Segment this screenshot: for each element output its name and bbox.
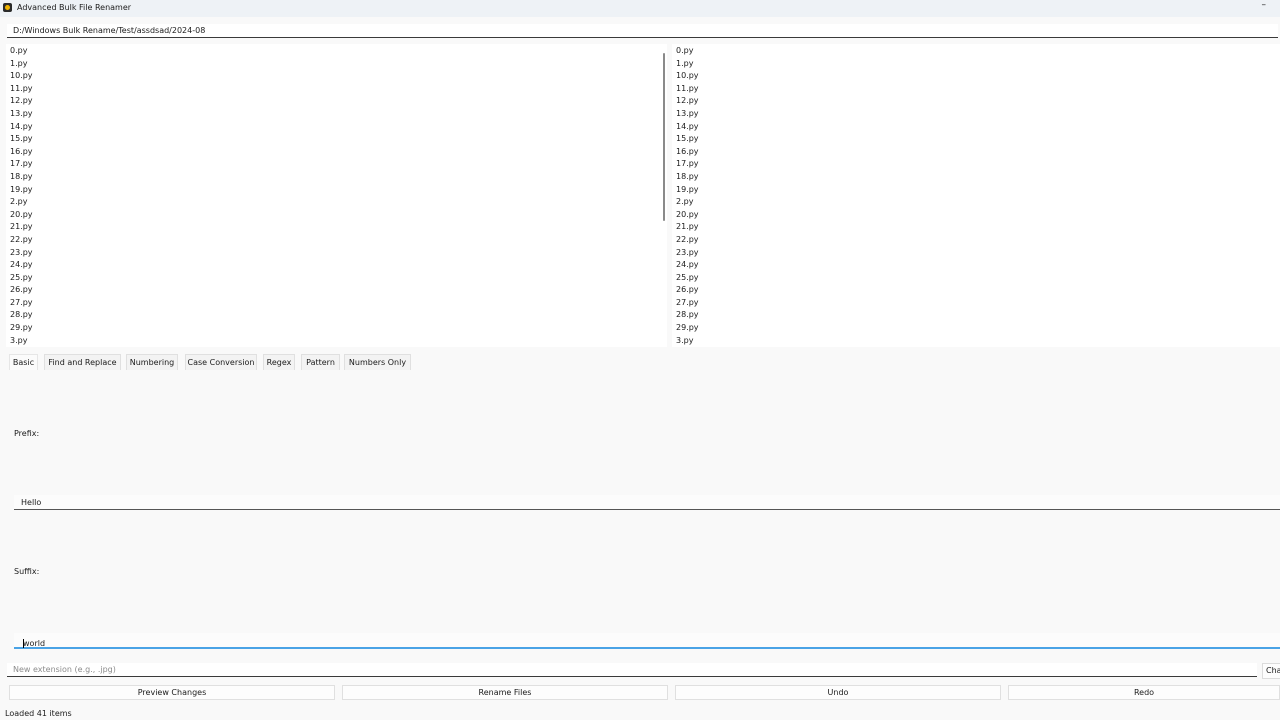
change-extension-button[interactable]: Change bbox=[1262, 663, 1280, 679]
folder-path-value: D:/Windows Bulk Rename/Test/assdsad/2024… bbox=[13, 26, 206, 35]
preview-file-item[interactable]: 24.py bbox=[676, 259, 699, 272]
original-file-item[interactable]: 2.py bbox=[10, 196, 33, 209]
preview-file-item[interactable]: 10.py bbox=[676, 70, 699, 83]
preview-file-item[interactable]: 16.py bbox=[676, 146, 699, 159]
original-file-item[interactable]: 18.py bbox=[10, 171, 33, 184]
preview-file-item[interactable]: 17.py bbox=[676, 158, 699, 171]
preview-file-item[interactable]: 18.py bbox=[676, 171, 699, 184]
original-file-item[interactable]: 24.py bbox=[10, 259, 33, 272]
preview-file-item[interactable]: 19.py bbox=[676, 184, 699, 197]
original-file-item[interactable]: 25.py bbox=[10, 272, 33, 285]
original-file-item[interactable]: 21.py bbox=[10, 221, 33, 234]
preview-file-item[interactable]: 23.py bbox=[676, 247, 699, 260]
prefix-input[interactable]: Hello bbox=[14, 495, 1280, 510]
suffix-label: Suffix: bbox=[14, 567, 40, 576]
tab-numbering[interactable]: Numbering bbox=[126, 354, 178, 370]
original-file-item[interactable]: 27.py bbox=[10, 297, 33, 310]
status-bar-text: Loaded 41 items bbox=[5, 709, 72, 718]
original-file-list[interactable]: 0.py 1.py 10.py 11.py 12.py 13.py 14.py 15.py 16… bbox=[6, 44, 667, 347]
original-file-item[interactable]: 28.py bbox=[10, 309, 33, 322]
tab-case-conversion[interactable]: Case Conversion bbox=[185, 354, 257, 370]
basic-tab-panel bbox=[6, 370, 1280, 658]
preview-file-item[interactable]: 13.py bbox=[676, 108, 699, 121]
original-file-item[interactable]: 1.py bbox=[10, 58, 33, 71]
app-icon bbox=[3, 3, 12, 12]
suffix-input[interactable]: world bbox=[14, 633, 1280, 649]
preview-file-item[interactable]: 14.py bbox=[676, 121, 699, 134]
original-file-item[interactable]: 12.py bbox=[10, 95, 33, 108]
tab-find-and-replace[interactable]: Find and Replace bbox=[44, 354, 121, 370]
extension-field[interactable] bbox=[7, 663, 1257, 677]
preview-file-item[interactable]: 12.py bbox=[676, 95, 699, 108]
original-file-item[interactable]: 29.py bbox=[10, 322, 33, 335]
preview-file-item[interactable]: 27.py bbox=[676, 297, 699, 310]
folder-path-field[interactable]: D:/Windows Bulk Rename/Test/assdsad/2024… bbox=[7, 24, 1278, 38]
original-file-item[interactable]: 13.py bbox=[10, 108, 33, 121]
change-extension-label: Change bbox=[1266, 666, 1280, 675]
preview-file-item[interactable]: 11.py bbox=[676, 83, 699, 96]
original-file-item[interactable]: 15.py bbox=[10, 133, 33, 146]
original-file-item[interactable]: 23.py bbox=[10, 247, 33, 260]
original-file-item[interactable]: 3.py bbox=[10, 335, 33, 347]
original-file-item[interactable]: 16.py bbox=[10, 146, 33, 159]
prefix-value: Hello bbox=[21, 498, 42, 507]
preview-file-item[interactable]: 0.py bbox=[676, 45, 699, 58]
preview-file-item[interactable]: 28.py bbox=[676, 309, 699, 322]
extension-input[interactable] bbox=[11, 663, 1243, 676]
original-file-item[interactable]: 20.py bbox=[10, 209, 33, 222]
original-file-item[interactable]: 0.py bbox=[10, 45, 33, 58]
prefix-label: Prefix: bbox=[14, 429, 40, 438]
original-file-item[interactable]: 14.py bbox=[10, 121, 33, 134]
preview-file-item[interactable]: 3.py bbox=[676, 335, 699, 347]
tab-regex[interactable]: Regex bbox=[263, 354, 295, 370]
preview-file-list[interactable]: 0.py 1.py 10.py 11.py 12.py 13.py 14.py 15.py 16… bbox=[672, 44, 1280, 347]
preview-file-item[interactable]: 15.py bbox=[676, 133, 699, 146]
preview-file-item[interactable]: 26.py bbox=[676, 284, 699, 297]
preview-file-item[interactable]: 2.py bbox=[676, 196, 699, 209]
original-file-item[interactable]: 19.py bbox=[10, 184, 33, 197]
redo-button[interactable]: Redo bbox=[1008, 685, 1280, 700]
preview-file-item[interactable]: 29.py bbox=[676, 322, 699, 335]
original-file-item[interactable]: 10.py bbox=[10, 70, 33, 83]
original-list-scrollbar[interactable] bbox=[663, 53, 665, 221]
rename-files-button[interactable]: Rename Files bbox=[342, 685, 668, 700]
preview-changes-button[interactable]: Preview Changes bbox=[9, 685, 335, 700]
tab-pattern[interactable]: Pattern bbox=[301, 354, 340, 370]
original-file-item[interactable]: 22.py bbox=[10, 234, 33, 247]
original-file-item[interactable]: 26.py bbox=[10, 284, 33, 297]
text-caret bbox=[23, 639, 24, 648]
minimize-icon[interactable]: – bbox=[1262, 0, 1267, 10]
window-title: Advanced Bulk File Renamer bbox=[17, 3, 132, 12]
original-file-item[interactable]: 17.py bbox=[10, 158, 33, 171]
preview-file-item[interactable]: 20.py bbox=[676, 209, 699, 222]
preview-file-item[interactable]: 22.py bbox=[676, 234, 699, 247]
preview-file-item[interactable]: 25.py bbox=[676, 272, 699, 285]
undo-button[interactable]: Undo bbox=[675, 685, 1001, 700]
title-bar: Advanced Bulk File Renamer – bbox=[0, 0, 1280, 17]
suffix-value: world bbox=[23, 639, 46, 648]
preview-file-item[interactable]: 1.py bbox=[676, 58, 699, 71]
tab-basic[interactable]: Basic bbox=[9, 354, 38, 370]
preview-file-item[interactable]: 21.py bbox=[676, 221, 699, 234]
tab-numbers-only[interactable]: Numbers Only bbox=[344, 354, 411, 370]
original-file-item[interactable]: 11.py bbox=[10, 83, 33, 96]
